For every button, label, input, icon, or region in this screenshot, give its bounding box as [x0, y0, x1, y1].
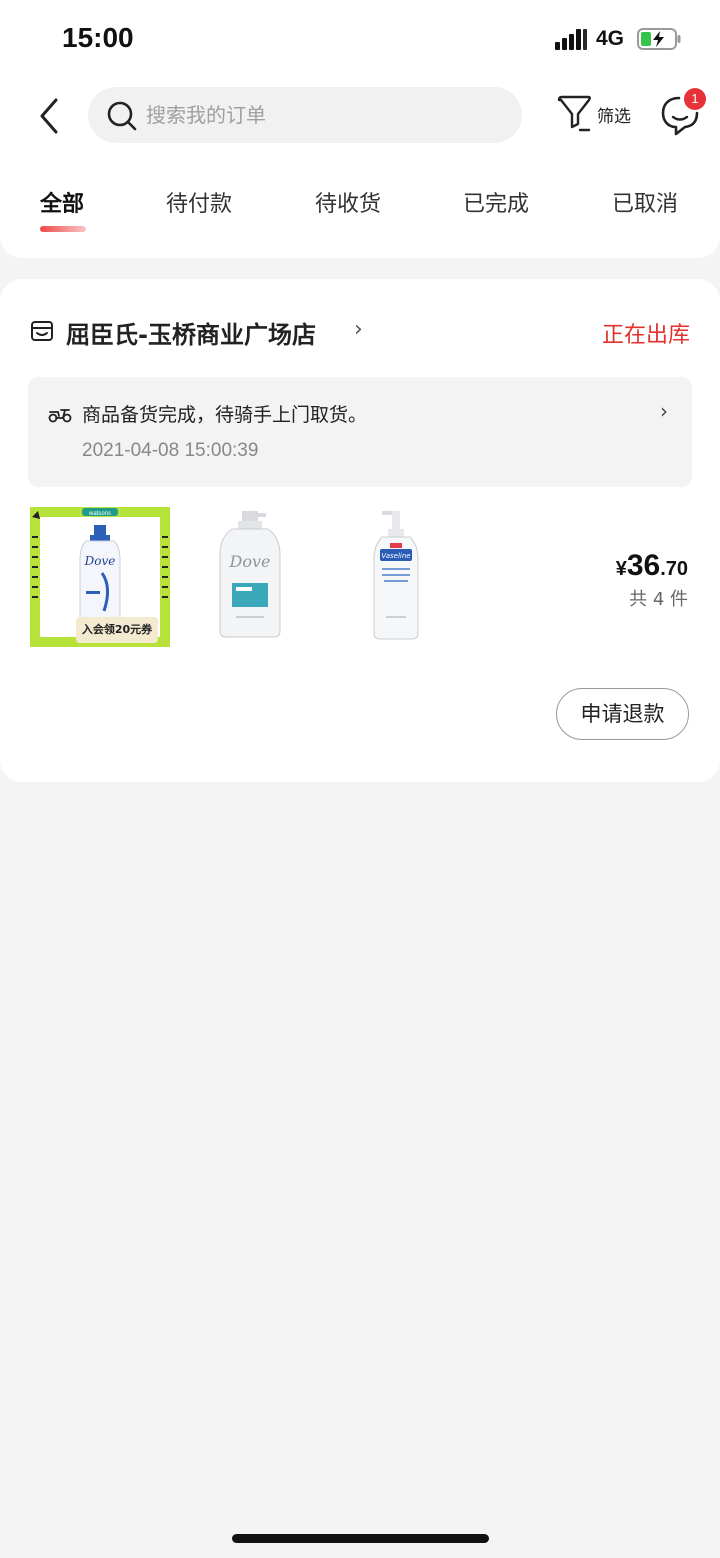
tab-pending-receipt[interactable]: 待收货: [315, 186, 381, 218]
header: 筛选 1: [0, 80, 720, 150]
chevron-right-icon: ›: [660, 399, 668, 423]
refund-button[interactable]: 申请退款: [556, 688, 689, 740]
product-image[interactable]: watsons Dove 入会领20元券: [30, 507, 170, 647]
product-image[interactable]: Vaseline: [330, 507, 470, 647]
chevron-right-icon: ›: [354, 317, 363, 342]
product-brand: Dove: [229, 552, 271, 571]
store-name: 屈臣氏-玉桥商业广场店: [66, 321, 316, 349]
filter-label: 筛选: [597, 107, 631, 127]
store-icon: [31, 321, 53, 341]
notice-text: 商品备货完成，待骑手上门取货。: [82, 404, 368, 426]
product-brand: Vaseline: [381, 552, 410, 560]
top-panel: 15:00 4G 搜索我的订单 筛选 1 全部 待付款 待收货 已完成 已取消: [0, 0, 720, 258]
signal-icon: [555, 28, 587, 50]
network-type: 4G: [596, 27, 625, 50]
item-count: 共 4 件: [629, 589, 688, 610]
search-icon: [107, 101, 137, 131]
tab-indicator: [40, 226, 86, 232]
order-card[interactable]: 屈臣氏-玉桥商业广场店 › 正在出库 商品备货完成，待骑手上门取货。 2021-…: [0, 279, 720, 782]
price-integer: 36: [626, 549, 661, 582]
battery-charging-icon: [637, 28, 681, 50]
notice-time: 2021-04-08 15:00:39: [82, 440, 259, 461]
filter-button[interactable]: 筛选: [556, 90, 636, 140]
dove-shampoo-image: Dove: [180, 507, 320, 647]
search-input[interactable]: [146, 97, 506, 133]
tab-all[interactable]: 全部: [40, 186, 84, 218]
status-bar: 15:00 4G: [0, 0, 720, 80]
search-bar[interactable]: [88, 87, 522, 143]
promo-brand: watsons: [88, 511, 111, 517]
vaseline-lotion-image: Vaseline: [330, 507, 470, 647]
product-image[interactable]: Dove: [180, 507, 320, 647]
tab-pending-payment[interactable]: 待付款: [166, 186, 232, 218]
back-arrow-icon[interactable]: [34, 94, 64, 138]
product-brand: Dove: [84, 554, 116, 568]
home-indicator: [232, 1534, 489, 1543]
promo-text: 入会领20元券: [82, 622, 153, 636]
price-decimal: .70: [660, 558, 688, 580]
order-price: ¥36.70: [616, 549, 688, 583]
filter-icon: [557, 95, 591, 132]
order-status: 正在出库: [601, 323, 690, 348]
dove-shampoo-promo-image: watsons Dove 入会领20元券: [30, 507, 170, 647]
price-currency: ¥: [615, 558, 627, 580]
scooter-icon: [48, 409, 72, 423]
tab-completed[interactable]: 已完成: [463, 186, 529, 218]
store-row[interactable]: 屈臣氏-玉桥商业广场店 › 正在出库: [30, 315, 690, 351]
order-tabs: 全部 待付款 待收货 已完成 已取消: [0, 186, 720, 236]
product-thumbnails[interactable]: watsons Dove 入会领20元券 Dove Vaseline: [30, 507, 470, 647]
message-button[interactable]: 1: [660, 88, 706, 140]
tab-cancelled[interactable]: 已取消: [612, 186, 678, 218]
delivery-notice[interactable]: 商品备货完成，待骑手上门取货。 2021-04-08 15:00:39 ›: [28, 377, 692, 487]
message-badge: 1: [684, 88, 706, 110]
status-time: 15:00: [62, 22, 134, 53]
